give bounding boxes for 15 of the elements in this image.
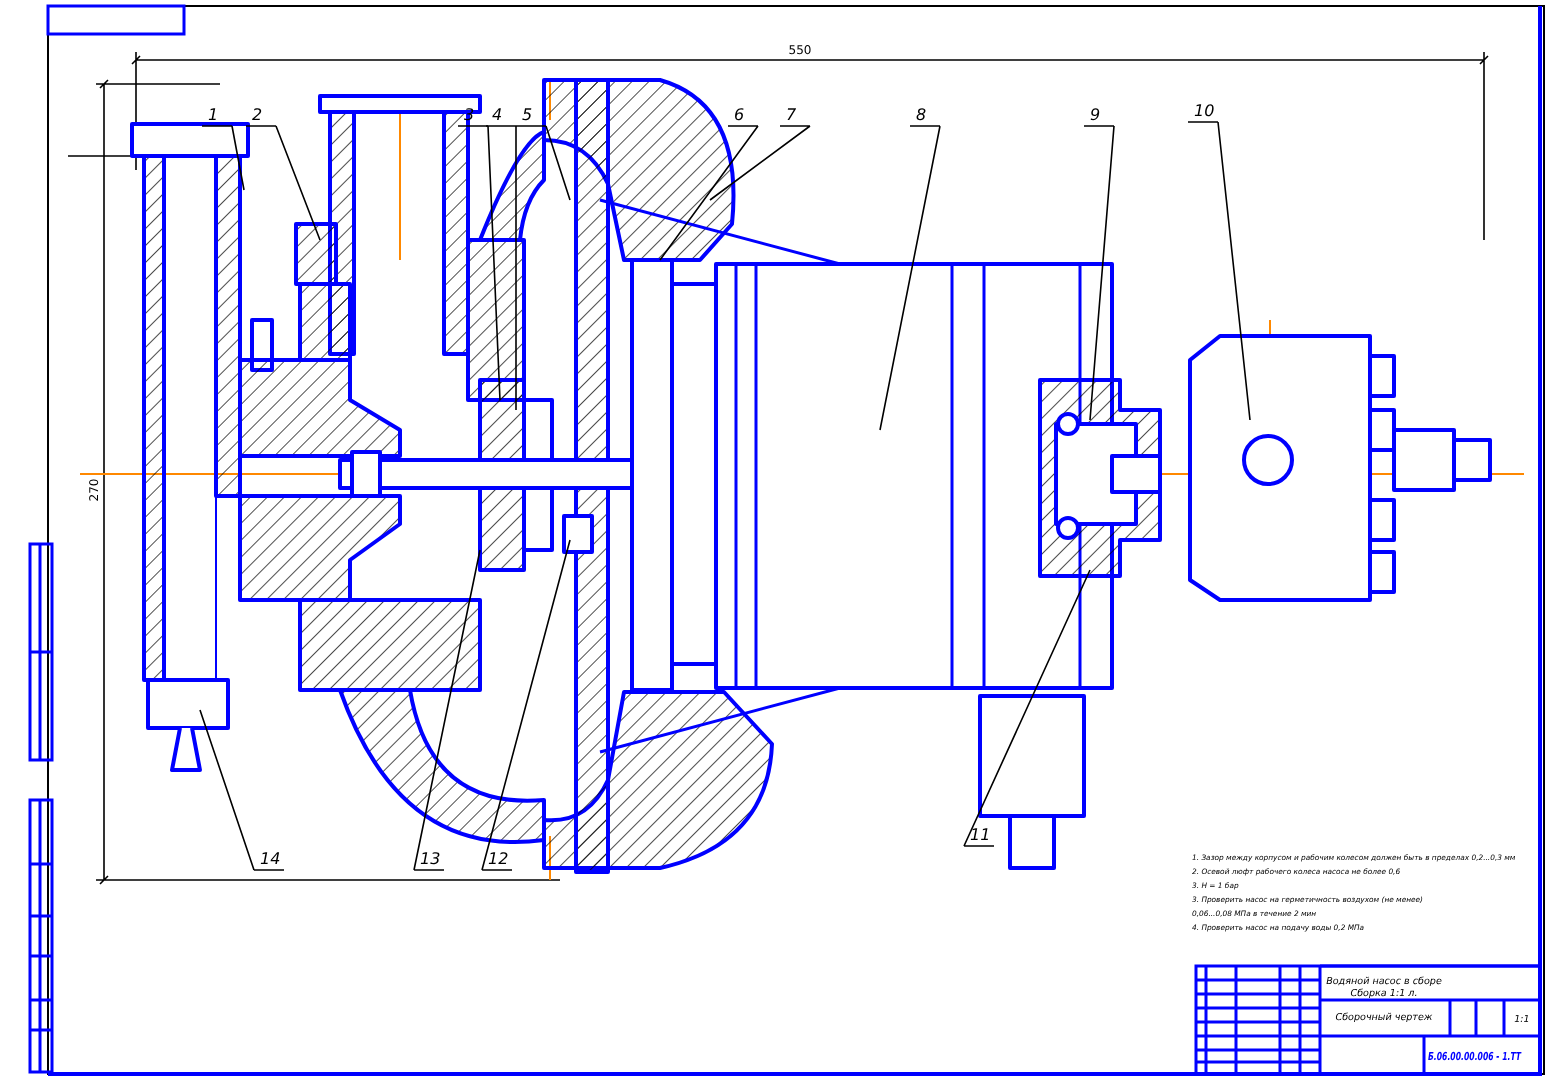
callout-number: 10	[1194, 102, 1215, 120]
callout-number: 3	[464, 106, 475, 124]
callout-number: 1	[208, 106, 219, 124]
callout-number: 11	[970, 826, 991, 844]
callout-number: 12	[488, 850, 509, 868]
callout-number: 2	[252, 106, 263, 124]
callout-number: 7	[786, 106, 797, 124]
callout-number: 6	[734, 106, 745, 124]
callout-number: 8	[916, 106, 927, 124]
callout-number: 14	[260, 850, 281, 868]
callout-number: 9	[1090, 106, 1101, 124]
callout-number: 4	[492, 106, 503, 124]
corner-stamp	[46, 4, 186, 36]
callout-number: 5	[522, 106, 533, 124]
callout-number: 13	[420, 850, 441, 868]
